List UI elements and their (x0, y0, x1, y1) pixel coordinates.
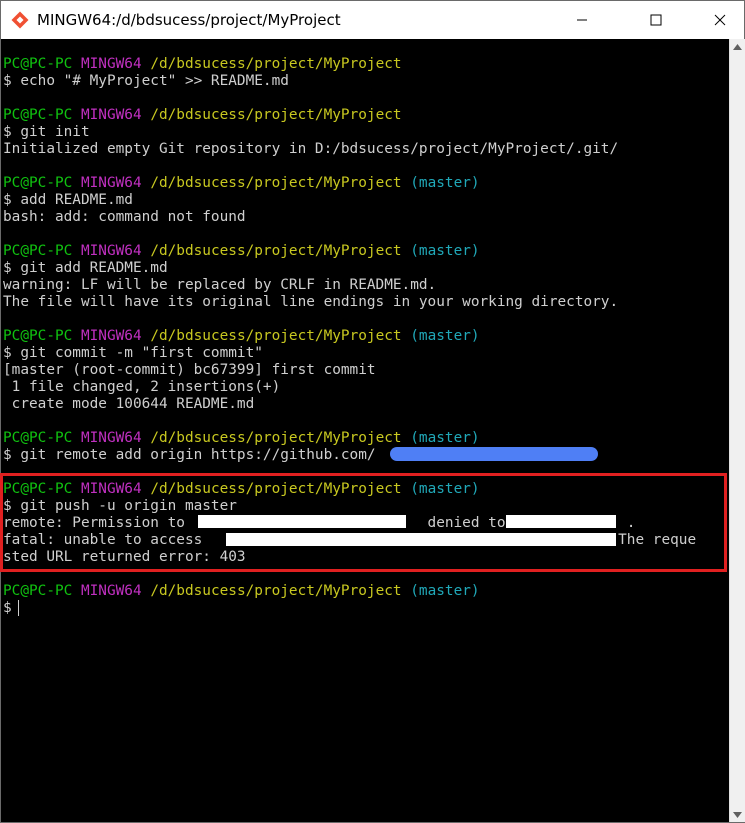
prompt-shell: MINGW64 (80, 328, 142, 344)
prompt-path: /d/bdsucess/project/MyProject (150, 56, 402, 72)
minimize-button[interactable] (559, 1, 605, 39)
prompt-line: PC@PC-PC MINGW64 /d/bdsucess/project/MyP… (3, 430, 480, 447)
prompt-shell: MINGW64 (80, 107, 142, 123)
prompt-branch: (master) (410, 583, 480, 599)
prompt-branch: (master) (410, 328, 480, 344)
output-line: 1 file changed, 2 insertions(+) (3, 379, 281, 395)
scroll-down-arrow-icon[interactable] (730, 807, 745, 822)
output-line: create mode 100644 README.md (3, 396, 255, 412)
scroll-up-arrow-icon[interactable] (730, 39, 745, 54)
prompt-path: /d/bdsucess/project/MyProject (150, 328, 402, 344)
prompt-branch: (master) (410, 243, 480, 259)
minimize-icon (577, 19, 587, 21)
title-bar[interactable]: MINGW64:/d/bdsucess/project/MyProject (1, 1, 744, 39)
terminal-window: MINGW64:/d/bdsucess/project/MyProject PC… (0, 0, 745, 823)
output-line: The file will have its original line end… (3, 294, 619, 310)
prompt-path: /d/bdsucess/project/MyProject (150, 107, 402, 123)
prompt-user: PC@PC-PC (3, 107, 73, 123)
prompt-user: PC@PC-PC (3, 243, 73, 259)
prompt-branch: (master) (410, 430, 480, 446)
prompt-path: /d/bdsucess/project/MyProject (150, 175, 402, 191)
window-title: MINGW64:/d/bdsucess/project/MyProject (37, 11, 341, 29)
prompt-user: PC@PC-PC (3, 583, 73, 599)
prompt-user: PC@PC-PC (3, 328, 73, 344)
prompt-shell: MINGW64 (80, 583, 142, 599)
prompt-shell: MINGW64 (80, 175, 142, 191)
prompt-shell: MINGW64 (80, 243, 142, 259)
prompt-line: PC@PC-PC MINGW64 /d/bdsucess/project/MyP… (3, 328, 480, 345)
command-line: $ git init (3, 124, 90, 140)
output-line: warning: LF will be replaced by CRLF in … (3, 277, 437, 293)
prompt-line: PC@PC-PC MINGW64 /d/bdsucess/project/MyP… (3, 56, 402, 73)
prompt-line: PC@PC-PC MINGW64 /d/bdsucess/project/MyP… (3, 175, 480, 192)
prompt-path: /d/bdsucess/project/MyProject (150, 583, 402, 599)
maximize-button[interactable] (633, 1, 679, 39)
output-line: Initialized empty Git repository in D:/b… (3, 141, 619, 157)
prompt-line: PC@PC-PC MINGW64 /d/bdsucess/project/MyP… (3, 583, 480, 600)
close-button[interactable] (697, 1, 743, 39)
prompt-shell: MINGW64 (80, 56, 142, 72)
prompt-user: PC@PC-PC (3, 430, 73, 446)
output-line: bash: add: command not found (3, 209, 246, 225)
terminal-output[interactable]: PC@PC-PC MINGW64 /d/bdsucess/project/MyP… (1, 39, 729, 822)
command-line: $ git remote add origin https://github.c… (3, 447, 376, 463)
git-bash-icon (11, 11, 29, 29)
prompt-path: /d/bdsucess/project/MyProject (150, 243, 402, 259)
close-icon (714, 14, 726, 26)
prompt-line: PC@PC-PC MINGW64 /d/bdsucess/project/MyP… (3, 107, 402, 124)
command-line: $ git add README.md (3, 260, 168, 276)
prompt-branch: (master) (410, 175, 480, 191)
prompt-path: /d/bdsucess/project/MyProject (150, 430, 402, 446)
error-highlight-box (0, 473, 727, 572)
command-line: $ git commit -m "first commit" (3, 345, 263, 361)
prompt-user: PC@PC-PC (3, 175, 73, 191)
output-line: [master (root-commit) bc67399] first com… (3, 362, 376, 378)
vertical-scrollbar[interactable] (729, 39, 745, 822)
prompt-shell: MINGW64 (80, 430, 142, 446)
command-line: $ add README.md (3, 192, 133, 208)
command-line: $ echo "# MyProject" >> README.md (3, 73, 289, 89)
text-cursor (18, 600, 19, 616)
prompt-line: PC@PC-PC MINGW64 /d/bdsucess/project/MyP… (3, 243, 480, 260)
prompt-user: PC@PC-PC (3, 56, 73, 72)
redacted-remote-url (390, 447, 598, 461)
maximize-icon (650, 14, 662, 26)
